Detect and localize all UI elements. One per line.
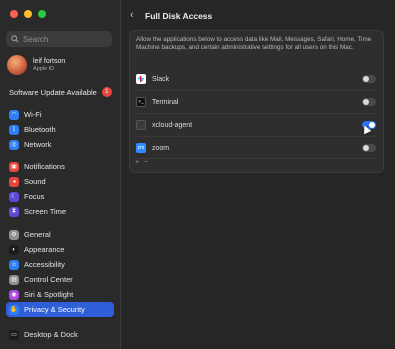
sidebar-item-label: Wi-Fi [24,110,42,119]
window-controls [10,10,46,18]
sidebar-item-bluetooth[interactable]: ᛒ Bluetooth [6,122,114,137]
xcloud-agent-icon [136,120,146,130]
avatar [7,55,27,75]
app-row-xcloud-agent: xcloud-agent [136,116,376,134]
network-icon: ◎ [9,139,19,150]
sidebar-item-label: Privacy & Security [24,305,85,314]
add-app-button[interactable]: + [135,159,139,166]
minimize-button[interactable] [24,10,32,18]
software-update-item[interactable]: Software Update Available 1 [9,87,112,97]
page-title: Full Disk Access [145,11,213,21]
update-count-badge: 1 [101,87,112,97]
app-row-slack: Slack [136,70,376,88]
sidebar-group-system: ⚙ General ◐ Appearance ☺ Accessibility ▤ Contro… [0,227,120,317]
main-pane: ‹ Full Disk Access Allow the application… [121,0,395,349]
add-remove-controls: + − [135,159,148,166]
zoom-button[interactable] [38,10,46,18]
search-field[interactable] [6,31,112,47]
terminal-icon: >_ [136,97,146,107]
sidebar-group-network: ◠ Wi-Fi ᛒ Bluetooth ◎ Network [0,107,120,152]
app-row-terminal: >_ Terminal [136,93,376,111]
sidebar-item-label: Sound [24,177,46,186]
search-input[interactable] [23,34,103,44]
wifi-icon: ◠ [9,109,19,120]
sidebar-item-sound[interactable]: ◂ Sound [6,174,114,189]
sidebar-item-general[interactable]: ⚙ General [6,227,114,242]
sidebar-item-appearance[interactable]: ◐ Appearance [6,242,114,257]
sidebar-item-label: Focus [24,192,45,201]
sidebar-item-network[interactable]: ◎ Network [6,137,114,152]
sidebar: leif fortson Apple ID Software Update Av… [0,0,121,349]
sidebar-item-label: Notifications [24,162,65,171]
app-name: xcloud-agent [152,121,193,129]
sidebar-item-label: Siri & Spotlight [24,290,74,299]
sound-icon: ◂ [9,176,19,187]
sidebar-group-desktop: ▭ Desktop & Dock [0,327,120,342]
search-icon [11,35,19,43]
divider [136,136,376,137]
app-name: Slack [152,75,170,83]
sidebar-item-control-center[interactable]: ▤ Control Center [6,272,114,287]
sidebar-group-notifications: ▣ Notifications ◂ Sound ☾ Focus ⧗ Screen Time [0,159,120,219]
sidebar-item-label: Control Center [24,275,73,284]
divider [136,90,376,91]
close-button[interactable] [10,10,18,18]
appearance-icon: ◐ [9,244,19,255]
desktop-dock-icon: ▭ [9,329,19,340]
slack-toggle[interactable] [362,75,376,83]
screen-time-icon: ⧗ [9,206,19,217]
sidebar-item-label: General [24,230,51,239]
sidebar-item-siri[interactable]: ◉ Siri & Spotlight [6,287,114,302]
settings-window: leif fortson Apple ID Software Update Av… [0,0,395,349]
apple-id-profile[interactable]: leif fortson Apple ID [7,55,65,75]
accessibility-icon: ☺ [9,259,19,270]
zoom-toggle[interactable] [362,144,376,152]
app-access-panel: Allow the applications below to access d… [129,30,384,173]
privacy-icon: ✋ [9,304,19,315]
profile-subtitle: Apple ID [33,66,55,72]
sidebar-item-label: Network [24,140,52,149]
app-name: Terminal [152,98,179,106]
sidebar-item-label: Appearance [24,245,65,254]
software-update-label: Software Update Available [9,87,97,97]
siri-icon: ◉ [9,289,19,300]
sidebar-item-screen-time[interactable]: ⧗ Screen Time [6,204,114,219]
sidebar-item-focus[interactable]: ☾ Focus [6,189,114,204]
sidebar-item-accessibility[interactable]: ☺ Accessibility [6,257,114,272]
sidebar-item-notifications[interactable]: ▣ Notifications [6,159,114,174]
focus-icon: ☾ [9,191,19,202]
app-row-zoom: zm zoom [136,139,376,157]
sidebar-item-desktop-dock[interactable]: ▭ Desktop & Dock [6,327,114,342]
back-button[interactable]: ‹ [130,9,134,21]
sidebar-item-label: Screen Time [24,207,67,216]
sidebar-item-label: Desktop & Dock [24,330,78,339]
terminal-toggle[interactable] [362,98,376,106]
divider [136,158,376,159]
notifications-icon: ▣ [9,161,19,172]
general-icon: ⚙ [9,229,19,240]
bluetooth-icon: ᛒ [9,124,19,135]
sidebar-item-privacy[interactable]: ✋ Privacy & Security [6,302,114,317]
remove-app-button[interactable]: − [144,159,148,166]
profile-name: leif fortson [33,58,66,65]
app-name: zoom [152,144,170,152]
sidebar-item-label: Bluetooth [24,125,56,134]
control-center-icon: ▤ [9,274,19,285]
zoom-icon: zm [136,143,146,153]
sidebar-item-label: Accessibility [24,260,65,269]
divider [136,113,376,114]
slack-icon [136,74,146,84]
sidebar-item-wifi[interactable]: ◠ Wi-Fi [6,107,114,122]
description-text: Allow the applications below to access d… [136,36,372,52]
